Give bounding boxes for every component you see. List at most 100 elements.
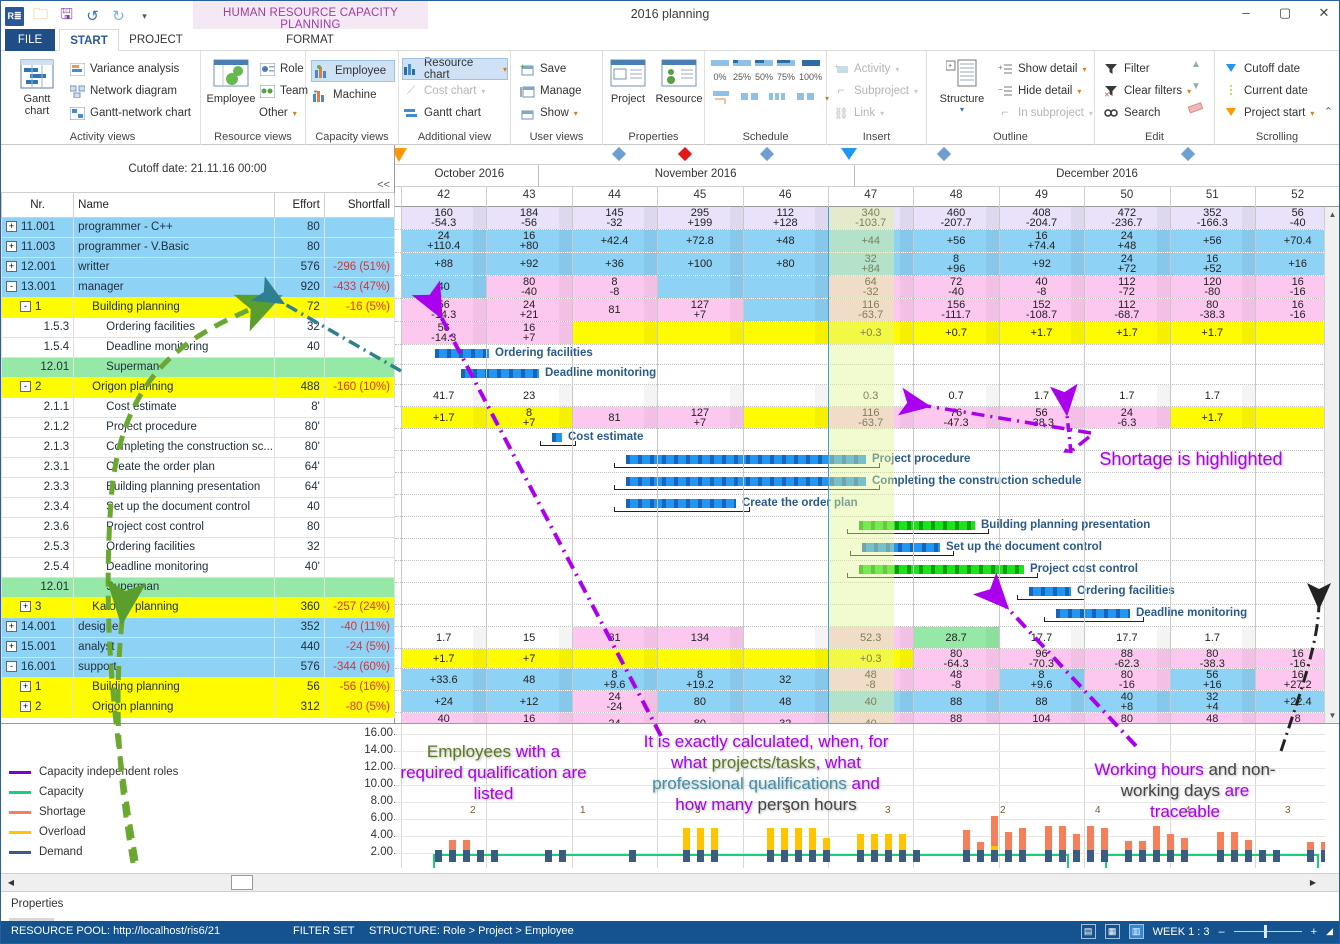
week-label[interactable]: 49 — [999, 189, 1084, 201]
status-filter-set[interactable]: FILTER SET — [293, 925, 355, 937]
in-subproject-button[interactable]: ⌐ In subproject ▾ — [997, 103, 1093, 123]
progress-0[interactable]: 0% — [711, 57, 729, 82]
table-row[interactable]: 2.1.2 Project procedure 80' — [1, 416, 396, 438]
insert-link-button[interactable]: ⛓ Link ▾ — [833, 103, 884, 123]
table-row[interactable]: +14.001 designer 352 -40 (11%) — [1, 616, 396, 638]
show-detail-button[interactable]: + Show detail ▾ — [997, 59, 1087, 79]
scroll-up-icon[interactable]: ▲ — [1191, 59, 1201, 70]
table-row[interactable]: +15.001 analyst 440 -24 (5%) — [1, 636, 396, 658]
chevron-down-icon[interactable]: ▾ — [574, 109, 578, 118]
scroll-right-arrow[interactable]: ▶ — [1305, 875, 1321, 890]
week-label[interactable]: 43 — [486, 189, 571, 201]
cutoff-date-button[interactable]: Cutoff date — [1223, 59, 1300, 79]
view-list-icon[interactable]: ▤ — [1080, 924, 1096, 939]
close-button[interactable]: ✕ — [1313, 5, 1335, 21]
search-button[interactable]: Search — [1103, 103, 1160, 123]
hide-detail-button[interactable]: − Hide detail ▾ — [997, 81, 1082, 101]
table-row[interactable]: -1 Building planning 72 -16 (5%) — [1, 296, 396, 318]
view-grid-icon[interactable]: ▦ — [1104, 924, 1120, 939]
chevron-down-icon[interactable]: ▾ — [293, 109, 297, 118]
row-expander[interactable]: - — [6, 661, 17, 673]
table-row[interactable]: 2.1.3 Completing the construction sc... 80… — [1, 436, 396, 458]
table-row[interactable]: 2.5.4 Deadline monitoring 40' — [1, 556, 396, 578]
row-expander[interactable]: + — [6, 261, 17, 273]
other-resource-views-button[interactable]: Other ▾ — [259, 103, 297, 123]
structure-button[interactable]: + Structure ▾ — [931, 55, 993, 114]
table-row[interactable]: 2.3.3 Building planning presentation 64' — [1, 476, 396, 498]
row-expander[interactable]: + — [20, 701, 31, 713]
team-button[interactable]: Team — [259, 81, 308, 101]
maximize-button[interactable]: ▢ — [1274, 5, 1296, 21]
table-row[interactable]: 12.01 Superman — [1, 356, 396, 378]
table-row[interactable]: -2 Origon planning 488 -160 (10%) — [1, 376, 396, 398]
week-label[interactable]: 46 — [743, 189, 828, 201]
table-row[interactable]: 2.3.1 Create the order plan 64' — [1, 456, 396, 478]
progress-100[interactable]: 100% — [799, 57, 822, 82]
table-row[interactable]: 1.5.3 Ordering facilities 32 — [1, 316, 396, 338]
table-row[interactable]: +12.001 writter 576 -296 (51%) — [1, 256, 396, 278]
week-label[interactable]: 45 — [657, 189, 742, 201]
clear-filters-button[interactable]: ✕ Clear filters ▾ — [1103, 81, 1191, 101]
tab-project[interactable]: PROJECT — [123, 29, 189, 51]
resource-properties-button[interactable]: Resource — [653, 55, 705, 105]
scroll-down-arrow[interactable]: ▼ — [1325, 708, 1339, 723]
eraser-icon[interactable] — [1187, 101, 1205, 118]
row-expander[interactable]: - — [20, 381, 31, 393]
progress-50[interactable]: 50% — [755, 57, 773, 82]
table-row[interactable]: +11.003 programmer - V.Basic 80 — [1, 236, 396, 258]
gantt-bar[interactable] — [435, 349, 489, 358]
resize-grip-icon[interactable]: ◢ — [1326, 926, 1333, 937]
gantt-chart-additional-button[interactable]: Gantt chart — [403, 103, 481, 123]
minimize-button[interactable]: – — [1235, 5, 1257, 21]
save-view-button[interactable]: + Save — [519, 59, 566, 79]
table-row[interactable]: 2.3.6 Project cost control 80 — [1, 516, 396, 538]
view-chart-icon[interactable]: ▥ — [1128, 924, 1144, 939]
week-label[interactable]: 47 — [828, 189, 913, 201]
role-button[interactable]: Role — [259, 59, 304, 79]
zoom-slider-thumb[interactable] — [1263, 925, 1267, 938]
project-start-button[interactable]: Project start ▾ — [1223, 103, 1314, 123]
table-row[interactable]: -13.001 manager 920 -433 (47%) — [1, 276, 396, 298]
status-structure[interactable]: STRUCTURE: Role > Project > Employee — [369, 925, 574, 937]
insert-subproject-button[interactable]: ⌐ Subproject ▾ — [833, 81, 918, 101]
row-expander[interactable]: - — [6, 281, 17, 293]
row-expander[interactable]: + — [6, 221, 17, 233]
row-expander[interactable]: + — [20, 681, 31, 693]
tab-file[interactable]: FILE — [5, 29, 55, 51]
table-row[interactable]: -16.001 support 576 -344 (60%) — [1, 656, 396, 678]
row-expander[interactable]: + — [6, 621, 17, 633]
show-views-button[interactable]: Show ▾ — [519, 103, 578, 123]
scrollbar-thumb[interactable] — [231, 875, 253, 890]
chevron-down-icon[interactable]: ▾ — [503, 65, 507, 74]
header-nr[interactable]: Nr. — [1, 193, 75, 218]
row-expander[interactable]: + — [20, 601, 31, 613]
manage-views-button[interactable]: Manage — [519, 81, 582, 101]
gantt-bar[interactable] — [461, 369, 539, 378]
scroll-up-arrow[interactable]: ▲ — [1325, 207, 1339, 222]
table-row[interactable]: +1 Building planning 56 -56 (16%) — [1, 676, 396, 698]
capacity-machine-button[interactable]: ✳ Machine — [312, 85, 376, 105]
table-row[interactable]: 2.5.3 Ordering facilities 32 — [1, 536, 396, 558]
status-right-controls[interactable]: ▤ ▦ ▥ WEEK 1 : 3 – + ◢ — [1080, 924, 1333, 939]
capacity-employee-button[interactable]: Employee — [311, 60, 395, 82]
resource-chart-button[interactable]: Resource chart ▾ — [402, 57, 508, 81]
week-label[interactable]: 52 — [1255, 189, 1339, 201]
chevron-down-icon[interactable]: ▾ — [931, 105, 993, 114]
horizontal-scrollbar[interactable]: ◀ ▶ — [1, 873, 1339, 891]
table-row[interactable]: 2.3.4 Set up the document control 40 — [1, 496, 396, 518]
week-label[interactable]: 50 — [1084, 189, 1169, 201]
header-name[interactable]: Name — [73, 193, 275, 218]
week-label[interactable]: 42 — [401, 189, 486, 201]
week-label[interactable]: 51 — [1170, 189, 1255, 201]
scroll-left-arrow[interactable]: ◀ — [3, 875, 19, 890]
row-expander[interactable]: - — [20, 301, 31, 313]
variance-analysis-button[interactable]: Variance analysis — [69, 59, 179, 79]
table-row[interactable]: +3 Katomo planning 360 -257 (24%) — [1, 596, 396, 618]
table-row[interactable]: +2 Origon planning 312 -80 (5%) — [1, 696, 396, 718]
tab-start[interactable]: START — [59, 29, 119, 51]
progress-buttons[interactable]: 0% 25% 50% 75% 100% — [711, 57, 822, 82]
window-controls[interactable]: – ▢ ✕ — [1235, 5, 1335, 21]
row-expander[interactable]: + — [6, 641, 17, 653]
zoom-in-button[interactable]: + — [1311, 926, 1317, 938]
zoom-slider[interactable] — [1233, 925, 1302, 938]
